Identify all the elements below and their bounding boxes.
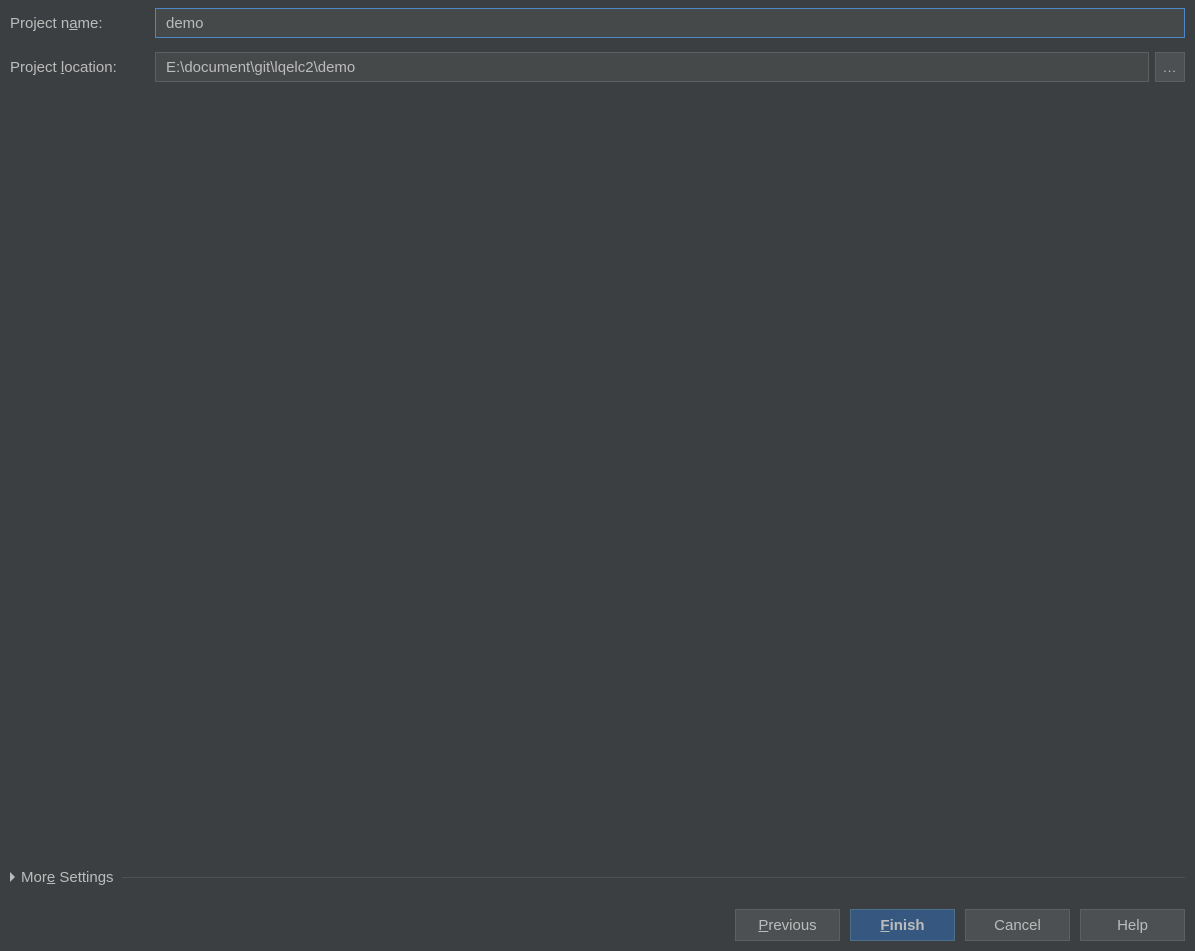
btn-text: revious — [768, 917, 816, 934]
btn-text: inish — [890, 917, 925, 934]
finish-button[interactable]: Finish — [850, 909, 955, 941]
project-name-label: Project name: — [10, 15, 155, 32]
help-button[interactable]: Help — [1080, 909, 1185, 941]
more-settings-toggle[interactable]: More Settings — [10, 867, 1185, 887]
label-pre: Project — [10, 59, 61, 76]
project-location-label: Project location: — [10, 59, 155, 76]
ms-pre: Mor — [21, 869, 47, 886]
btn-text: Cancel — [994, 917, 1041, 934]
previous-button[interactable]: Previous — [735, 909, 840, 941]
ms-post: Settings — [55, 869, 113, 886]
browse-button[interactable]: ... — [1155, 52, 1185, 82]
project-name-input[interactable] — [155, 8, 1185, 38]
btn-text: Help — [1117, 917, 1148, 934]
ellipsis-icon: ... — [1163, 60, 1177, 75]
mnemonic: P — [758, 917, 768, 934]
project-location-input[interactable] — [155, 52, 1149, 82]
label-mnemonic: a — [69, 15, 77, 32]
more-settings-label: More Settings — [21, 869, 114, 886]
project-name-input-wrap — [155, 8, 1185, 38]
project-location-row: Project location: ... — [10, 52, 1185, 82]
mnemonic: F — [880, 917, 889, 934]
label-pre: Project n — [10, 15, 69, 32]
project-name-row: Project name: — [10, 8, 1185, 38]
form-container: Project name: Project location: ... — [0, 0, 1195, 82]
label-post: ocation: — [64, 59, 117, 76]
ms-mnemonic: e — [47, 869, 55, 886]
chevron-right-icon — [10, 872, 15, 882]
cancel-button[interactable]: Cancel — [965, 909, 1070, 941]
separator-line — [122, 877, 1185, 878]
label-post: me: — [78, 15, 103, 32]
footer-buttons: Previous Finish Cancel Help — [735, 909, 1185, 941]
project-location-input-wrap: ... — [155, 52, 1185, 82]
